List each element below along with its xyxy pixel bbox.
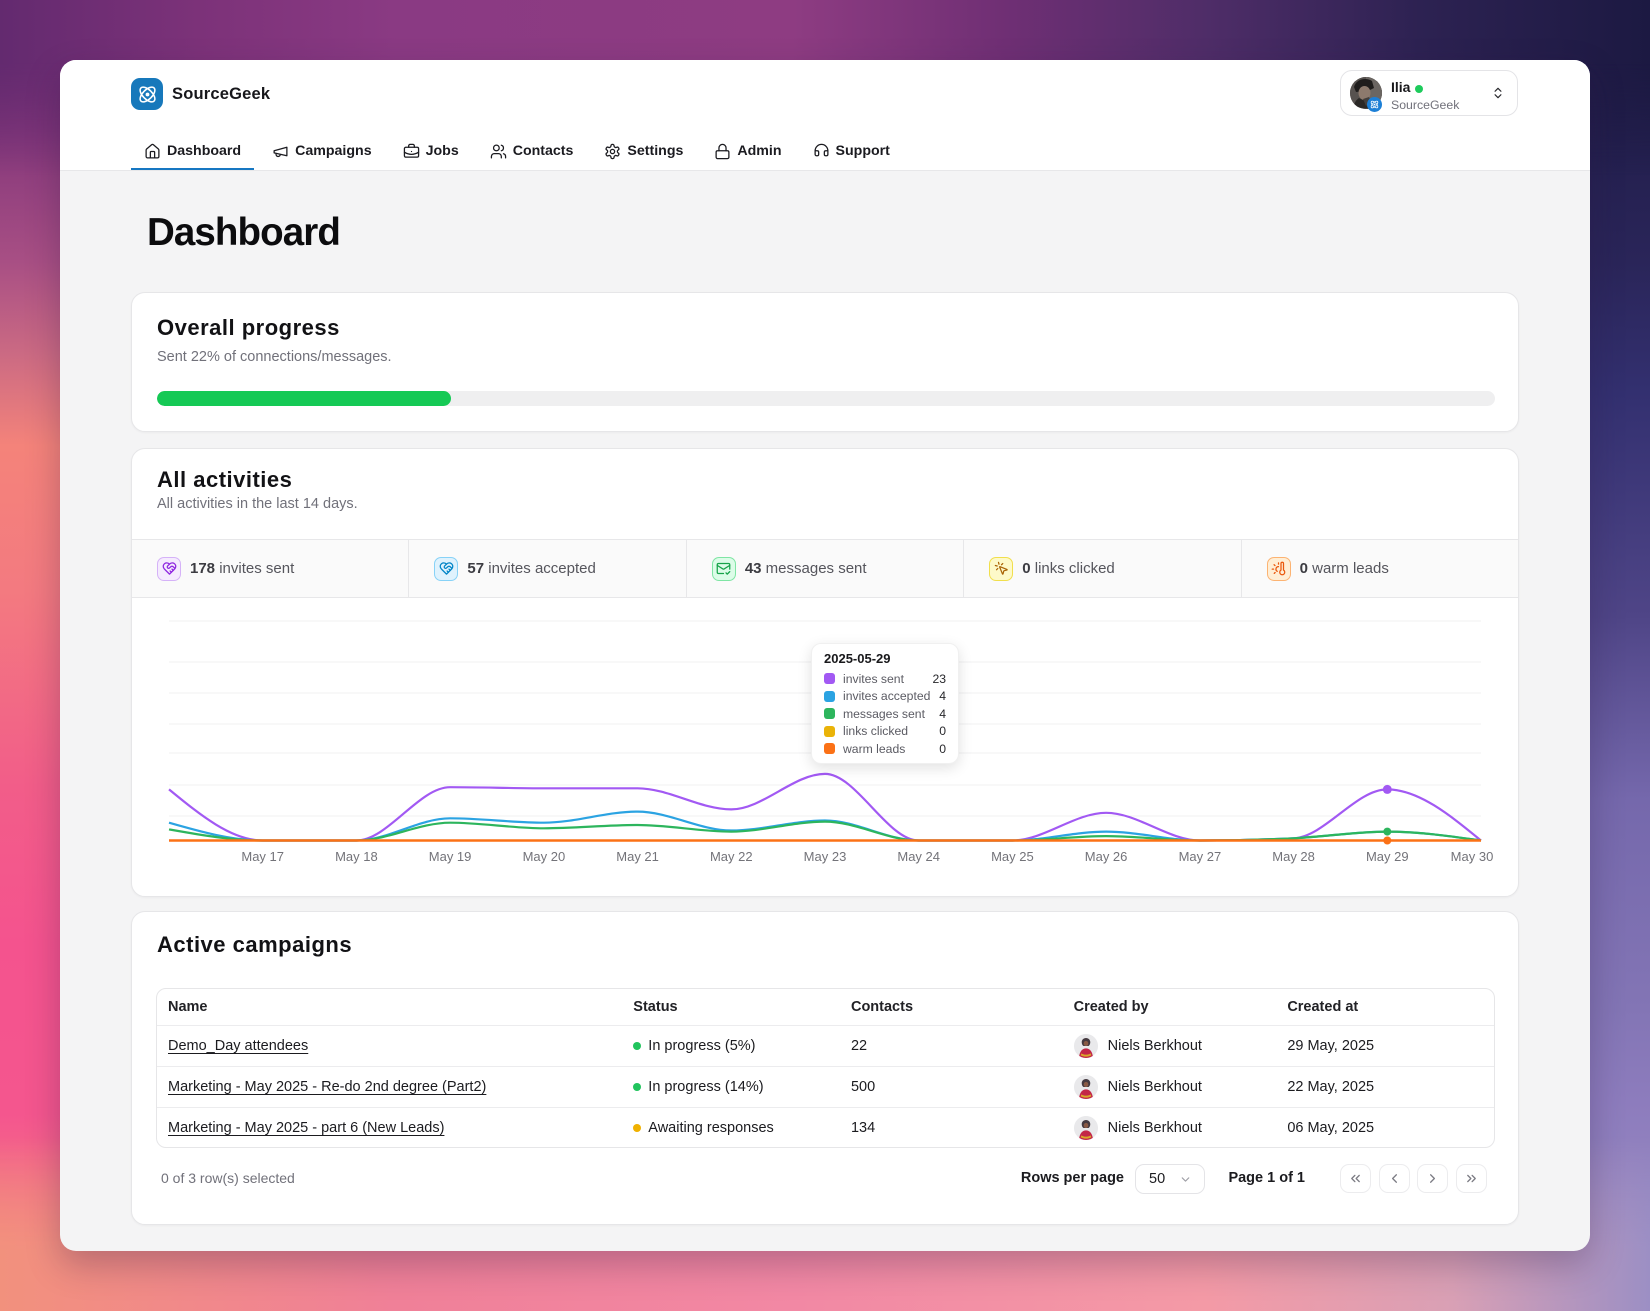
svg-text:May 19: May 19 bbox=[429, 849, 472, 864]
svg-text:May 18: May 18 bbox=[335, 849, 378, 864]
svg-text:May 21: May 21 bbox=[616, 849, 659, 864]
svg-text:May 28: May 28 bbox=[1272, 849, 1315, 864]
svg-text:May 17: May 17 bbox=[241, 849, 284, 864]
svg-text:May 29: May 29 bbox=[1366, 849, 1409, 864]
svg-text:May 20: May 20 bbox=[523, 849, 566, 864]
svg-text:May 30: May 30 bbox=[1451, 849, 1494, 864]
svg-text:May 23: May 23 bbox=[804, 849, 847, 864]
svg-text:May 25: May 25 bbox=[991, 849, 1034, 864]
svg-text:May 24: May 24 bbox=[897, 849, 940, 864]
svg-text:May 27: May 27 bbox=[1179, 849, 1222, 864]
svg-text:May 26: May 26 bbox=[1085, 849, 1128, 864]
svg-text:May 22: May 22 bbox=[710, 849, 753, 864]
